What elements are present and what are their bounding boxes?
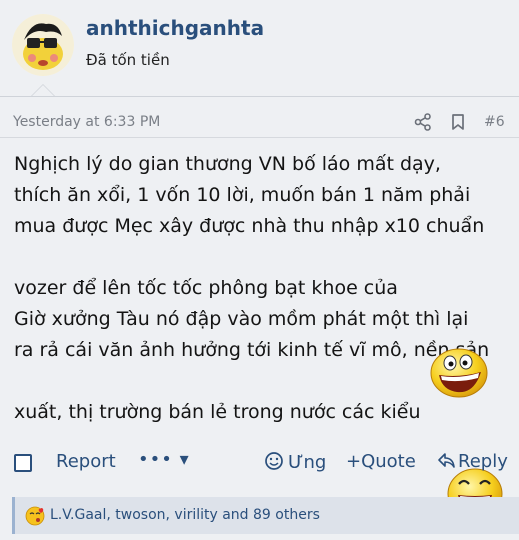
reactions-bar[interactable]: L.V.Gaal, twoson, virility and 89 others bbox=[12, 497, 519, 534]
more-menu-button[interactable]: ••• ▾ bbox=[138, 449, 190, 470]
select-checkbox[interactable] bbox=[14, 454, 32, 472]
post: Yesterday at 6:33 PM #6 Nghịch lý do gia… bbox=[0, 96, 519, 540]
divider bbox=[0, 137, 519, 138]
post-actions: Report ••• ▾ Ưng +Quote Reply bbox=[0, 445, 519, 481]
user-header: anhthichganhta Đã tốn tiền bbox=[0, 0, 519, 96]
post-number[interactable]: #6 bbox=[484, 114, 505, 130]
reply-arrow-icon bbox=[438, 453, 455, 468]
kiss-emoji-icon bbox=[25, 506, 45, 526]
post-line: thích ăn xổi, 1 vốn 10 lời, muốn bán 1 n… bbox=[14, 184, 471, 206]
react-button[interactable]: Ưng bbox=[264, 451, 326, 473]
react-icon bbox=[265, 452, 283, 470]
reply-button[interactable]: Reply bbox=[437, 451, 508, 472]
message-pointer bbox=[31, 84, 55, 96]
post-line: Giờ xưởng Tàu nó đập vào mồm phát một th… bbox=[14, 308, 469, 330]
avatar-image bbox=[12, 14, 74, 76]
post-line: vozer để lên tốc tốc phông bạt khoe của bbox=[14, 277, 398, 299]
react-label: Ưng bbox=[288, 452, 327, 473]
post-line bbox=[14, 242, 509, 273]
grin-emoji-icon bbox=[430, 348, 488, 398]
bookmark-icon[interactable] bbox=[450, 113, 466, 131]
reactions-summary[interactable]: L.V.Gaal, twoson, virility and 89 others bbox=[50, 507, 320, 523]
post-line: xuất, thị trường bán lẻ trong nước các k… bbox=[14, 401, 421, 423]
post-timestamp[interactable]: Yesterday at 6:33 PM bbox=[13, 114, 160, 130]
post-line: mua được Mẹc xây được nhà thu nhập x10 c… bbox=[14, 215, 485, 237]
share-icon[interactable] bbox=[414, 113, 432, 131]
avatar[interactable] bbox=[12, 14, 74, 76]
user-title: Đã tốn tiền bbox=[86, 51, 170, 69]
quote-button[interactable]: +Quote bbox=[346, 451, 416, 472]
post-line: Nghịch lý do gian thương VN bố láo mất d… bbox=[14, 153, 441, 175]
username[interactable]: anhthichganhta bbox=[86, 16, 264, 40]
report-link[interactable]: Report bbox=[56, 451, 116, 472]
reply-label: Reply bbox=[458, 451, 508, 472]
